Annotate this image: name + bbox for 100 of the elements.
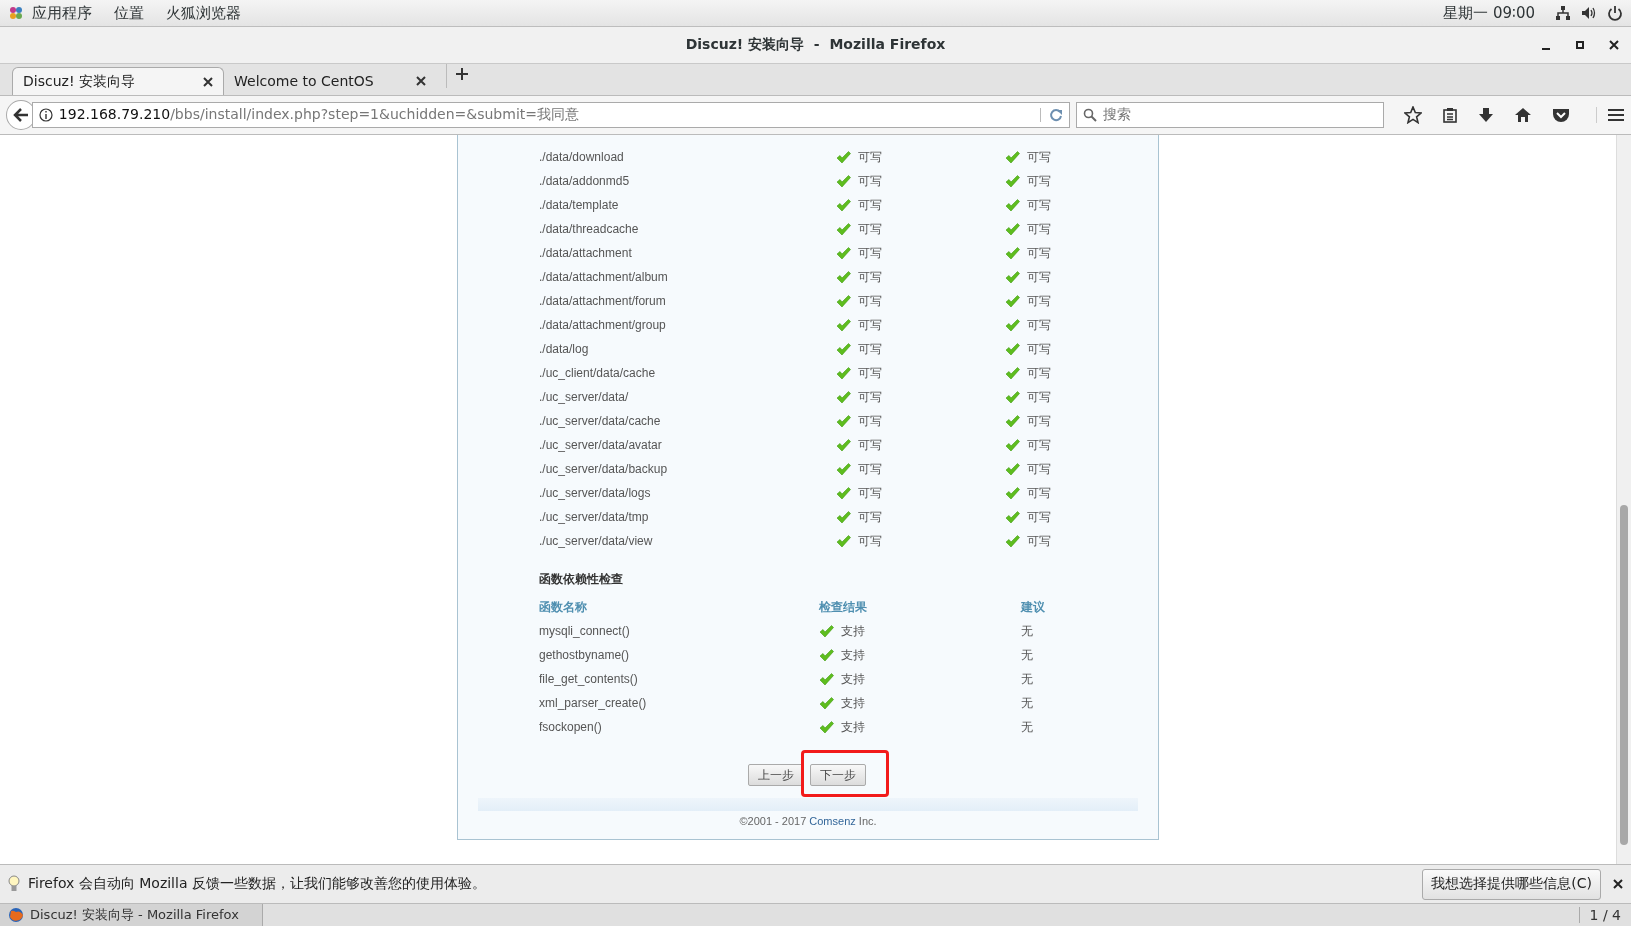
status-text: 可写 bbox=[1027, 412, 1051, 430]
directory-path: ./data/log bbox=[539, 342, 590, 356]
directory-path: ./data/attachment/forum bbox=[539, 294, 667, 308]
back-arrow-icon bbox=[12, 107, 29, 123]
check-icon bbox=[1005, 294, 1020, 308]
status-text: 可写 bbox=[1027, 340, 1051, 358]
status-text: 可写 bbox=[1027, 220, 1051, 238]
check-icon bbox=[836, 270, 851, 284]
column-header: 建议 bbox=[1021, 598, 1046, 616]
function-name: fsockopen() bbox=[539, 720, 603, 734]
address-field[interactable]: 192.168.79.210/bbs/install/index.php?step=1&uchidden=&submit=我同意 bbox=[31, 102, 1070, 128]
directory-path: ./data/download bbox=[539, 150, 625, 164]
check-icon bbox=[1005, 270, 1020, 284]
scrollbar[interactable] bbox=[1616, 135, 1631, 864]
close-icon[interactable] bbox=[1607, 38, 1621, 52]
status-text: 可写 bbox=[1027, 196, 1051, 214]
close-icon[interactable] bbox=[1613, 879, 1623, 889]
status-text: 可写 bbox=[858, 388, 882, 406]
status-text: 可写 bbox=[1027, 172, 1051, 190]
directory-path: ./data/attachment bbox=[539, 246, 633, 260]
notification-text: Firefox 会自动向 Mozilla 反馈一些数据，让我们能够改善您的使用体验。 bbox=[28, 875, 487, 893]
check-icon bbox=[1005, 174, 1020, 188]
directory-path: ./data/attachment/group bbox=[539, 318, 667, 332]
check-icon bbox=[1005, 462, 1020, 476]
download-icon[interactable] bbox=[1478, 107, 1494, 123]
status-text: 可写 bbox=[858, 436, 882, 454]
copyright-text: ©2001 - 2017 Comsenz Inc. bbox=[738, 814, 878, 827]
search-field[interactable]: 搜索 bbox=[1075, 102, 1384, 128]
volume-icon[interactable] bbox=[1581, 5, 1597, 21]
check-icon bbox=[836, 150, 851, 164]
clipboard-icon[interactable] bbox=[1442, 107, 1458, 123]
status-text: 可写 bbox=[1027, 508, 1051, 526]
reload-icon[interactable] bbox=[1039, 108, 1063, 122]
previous-button[interactable]: 上一步 bbox=[748, 764, 804, 786]
check-icon bbox=[1005, 510, 1020, 524]
status-text: 可写 bbox=[858, 268, 882, 286]
menu-icon[interactable] bbox=[1596, 107, 1625, 123]
browser-tab[interactable]: Welcome to CentOS bbox=[224, 67, 436, 95]
next-button[interactable]: 下一步 bbox=[810, 764, 866, 786]
network-icon[interactable] bbox=[1555, 5, 1571, 21]
status-text: 可写 bbox=[858, 532, 882, 550]
section-heading: 函数依赖性检查 bbox=[538, 570, 624, 588]
menu-item[interactable]: 火狐浏览器 bbox=[166, 3, 241, 23]
check-icon bbox=[1005, 246, 1020, 260]
clock[interactable]: 星期一 09∶00 bbox=[1443, 3, 1535, 23]
close-icon[interactable] bbox=[416, 76, 426, 86]
comsenz-link[interactable]: Comsenz bbox=[809, 815, 856, 827]
check-icon bbox=[836, 342, 851, 356]
check-icon bbox=[1005, 534, 1020, 548]
maximize-icon[interactable] bbox=[1573, 38, 1587, 52]
directory-path: ./uc_server/data/view bbox=[539, 534, 654, 548]
directory-path: ./uc_server/data/logs bbox=[539, 486, 652, 500]
status-text: 可写 bbox=[858, 220, 882, 238]
url-text: 192.168.79.210/bbs/install/index.php?step=1&uchidden=&submit=我同意 bbox=[58, 106, 580, 124]
status-text: 可写 bbox=[1027, 244, 1051, 262]
status-text: 支持 bbox=[841, 694, 865, 712]
status-text: 可写 bbox=[858, 340, 882, 358]
check-icon bbox=[1005, 414, 1020, 428]
check-icon bbox=[836, 174, 851, 188]
window-title: Discuz! 安装向导 - Mozilla Firefox bbox=[685, 36, 946, 54]
pocket-icon[interactable] bbox=[1552, 107, 1570, 123]
status-text: 可写 bbox=[858, 412, 882, 430]
check-icon bbox=[819, 720, 834, 734]
apps-icon[interactable] bbox=[8, 5, 24, 21]
close-icon[interactable] bbox=[203, 76, 213, 87]
function-name: mysqli_connect() bbox=[539, 624, 631, 638]
directory-path: ./data/addonmd5 bbox=[539, 174, 631, 188]
status-text: 支持 bbox=[841, 622, 865, 640]
menu-item[interactable]: 应用程序 bbox=[32, 3, 92, 23]
taskbar-window[interactable]: Discuz! 安装向导 - Mozilla Firefox bbox=[0, 904, 263, 926]
power-icon[interactable] bbox=[1607, 5, 1623, 21]
choose-data-button[interactable]: 我想选择提供哪些信息(C) bbox=[1422, 868, 1601, 900]
check-icon bbox=[836, 246, 851, 260]
status-text: 可写 bbox=[858, 172, 882, 190]
menu-item[interactable]: 位置 bbox=[114, 3, 144, 23]
directory-path: ./uc_server/data/cache bbox=[539, 414, 662, 428]
check-icon bbox=[819, 672, 834, 686]
home-icon[interactable] bbox=[1514, 107, 1532, 123]
check-icon bbox=[836, 462, 851, 476]
globe-icon bbox=[8, 907, 24, 923]
star-icon[interactable] bbox=[1404, 106, 1422, 124]
browser-tab[interactable]: Discuz! 安装向导 bbox=[12, 67, 224, 95]
directory-path: ./data/threadcache bbox=[539, 222, 640, 236]
status-text: 可写 bbox=[1027, 292, 1051, 310]
function-name: xml_parser_create() bbox=[539, 696, 648, 710]
status-text: 可写 bbox=[1027, 484, 1051, 502]
status-text: 可写 bbox=[1027, 364, 1051, 382]
info-icon[interactable] bbox=[38, 108, 53, 122]
directory-path: ./uc_client/data/cache bbox=[539, 366, 657, 380]
check-icon bbox=[836, 438, 851, 452]
search-icon bbox=[1082, 108, 1097, 122]
check-icon bbox=[819, 696, 834, 710]
check-icon bbox=[836, 198, 851, 212]
status-text: 可写 bbox=[1027, 148, 1051, 166]
column-header: 检查结果 bbox=[819, 598, 868, 616]
check-icon bbox=[836, 414, 851, 428]
column-header: 函数名称 bbox=[539, 598, 588, 616]
workspace-indicator[interactable]: 1 / 4 bbox=[1578, 907, 1631, 923]
status-text: 可写 bbox=[858, 244, 882, 262]
check-icon bbox=[1005, 222, 1020, 236]
